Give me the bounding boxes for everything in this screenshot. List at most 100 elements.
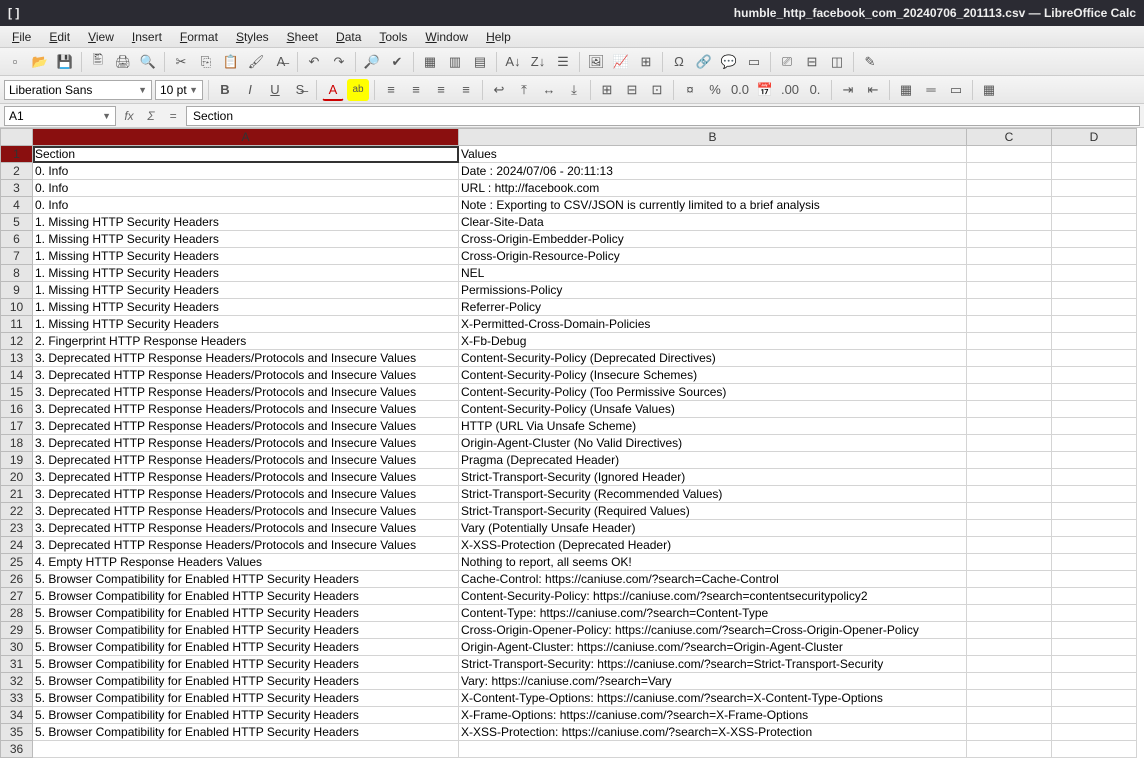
column-icon[interactable]: ▥ <box>444 51 466 73</box>
cell-C29[interactable] <box>967 622 1052 639</box>
cell-B32[interactable]: Vary: https://caniuse.com/?search=Vary <box>459 673 967 690</box>
cell-D34[interactable] <box>1052 707 1137 724</box>
cell-D10[interactable] <box>1052 299 1137 316</box>
cell-C17[interactable] <box>967 418 1052 435</box>
row-header-36[interactable]: 36 <box>1 741 33 758</box>
cell-A28[interactable]: 5. Browser Compatibility for Enabled HTT… <box>33 605 459 622</box>
cell-C7[interactable] <box>967 248 1052 265</box>
cell-B30[interactable]: Origin-Agent-Cluster: https://caniuse.co… <box>459 639 967 656</box>
cell-A19[interactable]: 3. Deprecated HTTP Response Headers/Prot… <box>33 452 459 469</box>
row-header-17[interactable]: 17 <box>1 418 33 435</box>
cell-A12[interactable]: 2. Fingerprint HTTP Response Headers <box>33 333 459 350</box>
cell-B31[interactable]: Strict-Transport-Security: https://caniu… <box>459 656 967 673</box>
cell-D3[interactable] <box>1052 180 1137 197</box>
menu-sheet[interactable]: Sheet <box>279 28 326 46</box>
row-header-32[interactable]: 32 <box>1 673 33 690</box>
row-header-3[interactable]: 3 <box>1 180 33 197</box>
row-header-34[interactable]: 34 <box>1 707 33 724</box>
freeze-icon[interactable]: ⊟ <box>801 51 823 73</box>
cell-D9[interactable] <box>1052 282 1137 299</box>
cell-B18[interactable]: Origin-Agent-Cluster (No Valid Directive… <box>459 435 967 452</box>
sort-desc-icon[interactable]: Z↓ <box>527 51 549 73</box>
cell-D27[interactable] <box>1052 588 1137 605</box>
cut-icon[interactable]: ✂ <box>170 51 192 73</box>
number-icon[interactable]: 0.0 <box>729 79 751 101</box>
comment-icon[interactable]: 💬 <box>718 51 740 73</box>
column-header-A[interactable]: A <box>33 129 459 146</box>
export-pdf-icon[interactable]: 🖺 <box>87 51 109 73</box>
cell-C25[interactable] <box>967 554 1052 571</box>
row-header-16[interactable]: 16 <box>1 401 33 418</box>
cell-D1[interactable] <box>1052 146 1137 163</box>
cell-A26[interactable]: 5. Browser Compatibility for Enabled HTT… <box>33 571 459 588</box>
cell-A24[interactable]: 3. Deprecated HTTP Response Headers/Prot… <box>33 537 459 554</box>
cell-A34[interactable]: 5. Browser Compatibility for Enabled HTT… <box>33 707 459 724</box>
cell-D26[interactable] <box>1052 571 1137 588</box>
cell-B16[interactable]: Content-Security-Policy (Unsafe Values) <box>459 401 967 418</box>
cell-D12[interactable] <box>1052 333 1137 350</box>
cell-C22[interactable] <box>967 503 1052 520</box>
sum-icon[interactable]: Σ <box>142 107 160 125</box>
row-header-35[interactable]: 35 <box>1 724 33 741</box>
currency-icon[interactable]: ¤ <box>679 79 701 101</box>
cell-D13[interactable] <box>1052 350 1137 367</box>
cell-C19[interactable] <box>967 452 1052 469</box>
cell-C32[interactable] <box>967 673 1052 690</box>
cell-A7[interactable]: 1. Missing HTTP Security Headers <box>33 248 459 265</box>
cell-C31[interactable] <box>967 656 1052 673</box>
cell-D8[interactable] <box>1052 265 1137 282</box>
cell-A14[interactable]: 3. Deprecated HTTP Response Headers/Prot… <box>33 367 459 384</box>
cell-D17[interactable] <box>1052 418 1137 435</box>
row-header-9[interactable]: 9 <box>1 282 33 299</box>
borders-icon[interactable]: ▦ <box>895 79 917 101</box>
cell-B15[interactable]: Content-Security-Policy (Too Permissive … <box>459 384 967 401</box>
row-header-7[interactable]: 7 <box>1 248 33 265</box>
header-footer-icon[interactable]: ▭ <box>743 51 765 73</box>
autofilter-icon[interactable]: ☰ <box>552 51 574 73</box>
row-header-2[interactable]: 2 <box>1 163 33 180</box>
cell-A8[interactable]: 1. Missing HTTP Security Headers <box>33 265 459 282</box>
percent-icon[interactable]: % <box>704 79 726 101</box>
cell-D23[interactable] <box>1052 520 1137 537</box>
cell-B12[interactable]: X-Fb-Debug <box>459 333 967 350</box>
print-preview-icon[interactable]: 🔍 <box>137 51 159 73</box>
cell-D6[interactable] <box>1052 231 1137 248</box>
cell-A35[interactable]: 5. Browser Compatibility for Enabled HTT… <box>33 724 459 741</box>
cell-B34[interactable]: X-Frame-Options: https://caniuse.com/?se… <box>459 707 967 724</box>
font-size-combo[interactable]: 10 pt ▼ <box>155 80 203 100</box>
cell-D15[interactable] <box>1052 384 1137 401</box>
cell-D18[interactable] <box>1052 435 1137 452</box>
row-header-8[interactable]: 8 <box>1 265 33 282</box>
row-header-1[interactable]: 1 <box>1 146 33 163</box>
cell-C18[interactable] <box>967 435 1052 452</box>
cell-B6[interactable]: Cross-Origin-Embedder-Policy <box>459 231 967 248</box>
row-header-28[interactable]: 28 <box>1 605 33 622</box>
cell-B5[interactable]: Clear-Site-Data <box>459 214 967 231</box>
cell-C34[interactable] <box>967 707 1052 724</box>
menu-view[interactable]: View <box>80 28 122 46</box>
cell-D16[interactable] <box>1052 401 1137 418</box>
highlight-color-icon[interactable]: ab <box>347 79 369 101</box>
cell-D25[interactable] <box>1052 554 1137 571</box>
find-icon[interactable]: 🔎 <box>361 51 383 73</box>
cell-A4[interactable]: 0. Info <box>33 197 459 214</box>
menu-edit[interactable]: Edit <box>41 28 78 46</box>
cell-A23[interactable]: 3. Deprecated HTTP Response Headers/Prot… <box>33 520 459 537</box>
cell-D14[interactable] <box>1052 367 1137 384</box>
cell-A30[interactable]: 5. Browser Compatibility for Enabled HTT… <box>33 639 459 656</box>
cell-B2[interactable]: Date : 2024/07/06 - 20:11:13 <box>459 163 967 180</box>
bold-icon[interactable]: B <box>214 79 236 101</box>
menu-format[interactable]: Format <box>172 28 226 46</box>
cell-C26[interactable] <box>967 571 1052 588</box>
cell-B9[interactable]: Permissions-Policy <box>459 282 967 299</box>
cell-C13[interactable] <box>967 350 1052 367</box>
cell-A18[interactable]: 3. Deprecated HTTP Response Headers/Prot… <box>33 435 459 452</box>
menu-tools[interactable]: Tools <box>371 28 415 46</box>
row-header-13[interactable]: 13 <box>1 350 33 367</box>
merge-cells-icon[interactable]: ⊞ <box>596 79 618 101</box>
copy-icon[interactable]: ⎘ <box>195 51 217 73</box>
cell-D19[interactable] <box>1052 452 1137 469</box>
cell-A1[interactable]: Section <box>33 146 459 163</box>
name-box[interactable]: A1 ▼ <box>4 106 116 126</box>
sheet-area[interactable]: ABCD 1SectionValues20. InfoDate : 2024/0… <box>0 128 1144 766</box>
